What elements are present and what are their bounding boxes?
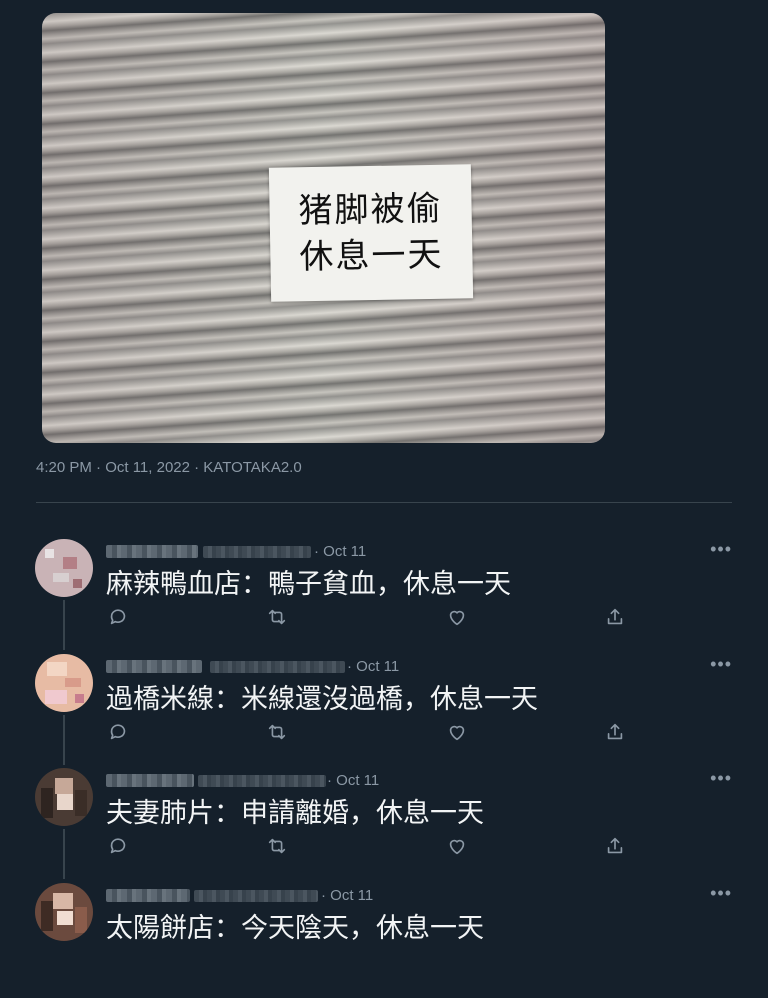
blurred-name[interactable] [106,774,194,787]
sign-line-2: 休息一天 [299,234,444,278]
more-icon[interactable]: ••• [710,768,732,789]
retweet-icon[interactable] [266,721,290,745]
blurred-name[interactable] [106,545,198,558]
reply-actions [0,835,768,859]
reply-item[interactable]: · Oct 11 ••• 過橋米線：米線還沒過橋，休息一天 [0,654,768,769]
heart-icon[interactable] [446,721,470,745]
reply-text: 夫妻肺片：申請離婚，休息一天 [106,798,484,829]
avatar[interactable] [35,768,93,826]
blurred-handle [194,890,318,902]
sign-line-1: 猪脚被偷 [298,188,443,232]
blurred-handle [203,546,311,558]
more-icon[interactable]: ••• [710,883,732,904]
share-icon[interactable] [604,835,628,859]
more-icon[interactable]: ••• [710,539,732,560]
tweet-photo[interactable]: 猪脚被偷 休息一天 [42,13,605,443]
reply-text: 太陽餅店：今天陰天，休息一天 [106,913,484,944]
heart-icon[interactable] [446,606,470,630]
photo-sign: 猪脚被偷 休息一天 [268,164,474,302]
thread-line [63,715,65,765]
blurred-name[interactable] [106,660,202,673]
reply-actions [0,721,768,745]
retweet-icon[interactable] [266,606,290,630]
reply-text: 麻辣鴨血店：鴨子貧血，休息一天 [106,569,511,600]
reply-icon[interactable] [107,721,131,745]
reply-icon[interactable] [107,606,131,630]
blurred-handle [210,661,345,673]
heart-icon[interactable] [446,835,470,859]
reply-text: 過橋米線：米線還沒過橋，休息一天 [106,684,538,715]
thread-line [63,829,65,879]
reply-date[interactable]: · Oct 11 [321,887,373,904]
reply-date[interactable]: · Oct 11 [327,772,379,789]
blurred-name[interactable] [106,889,190,902]
tweet-meta[interactable]: 4:20 PM · Oct 11, 2022 · KATOTAKA2.0 [36,459,302,476]
divider [36,502,732,503]
reply-date[interactable]: · Oct 11 [347,658,399,675]
share-icon[interactable] [604,606,628,630]
reply-icon[interactable] [107,835,131,859]
avatar[interactable] [35,883,93,941]
avatar[interactable] [35,654,93,712]
reply-date[interactable]: · Oct 11 [314,543,366,560]
retweet-icon[interactable] [266,835,290,859]
avatar[interactable] [35,539,93,597]
thread-line [63,600,65,650]
reply-item[interactable]: · Oct 11 ••• 麻辣鴨血店：鴨子貧血，休息一天 [0,539,768,654]
share-icon[interactable] [604,721,628,745]
blurred-handle [198,775,326,787]
reply-actions [0,606,768,630]
more-icon[interactable]: ••• [710,654,732,675]
reply-item[interactable]: · Oct 11 ••• 夫妻肺片：申請離婚，休息一天 [0,768,768,883]
reply-item[interactable]: · Oct 11 ••• 太陽餅店：今天陰天，休息一天 [0,883,768,998]
